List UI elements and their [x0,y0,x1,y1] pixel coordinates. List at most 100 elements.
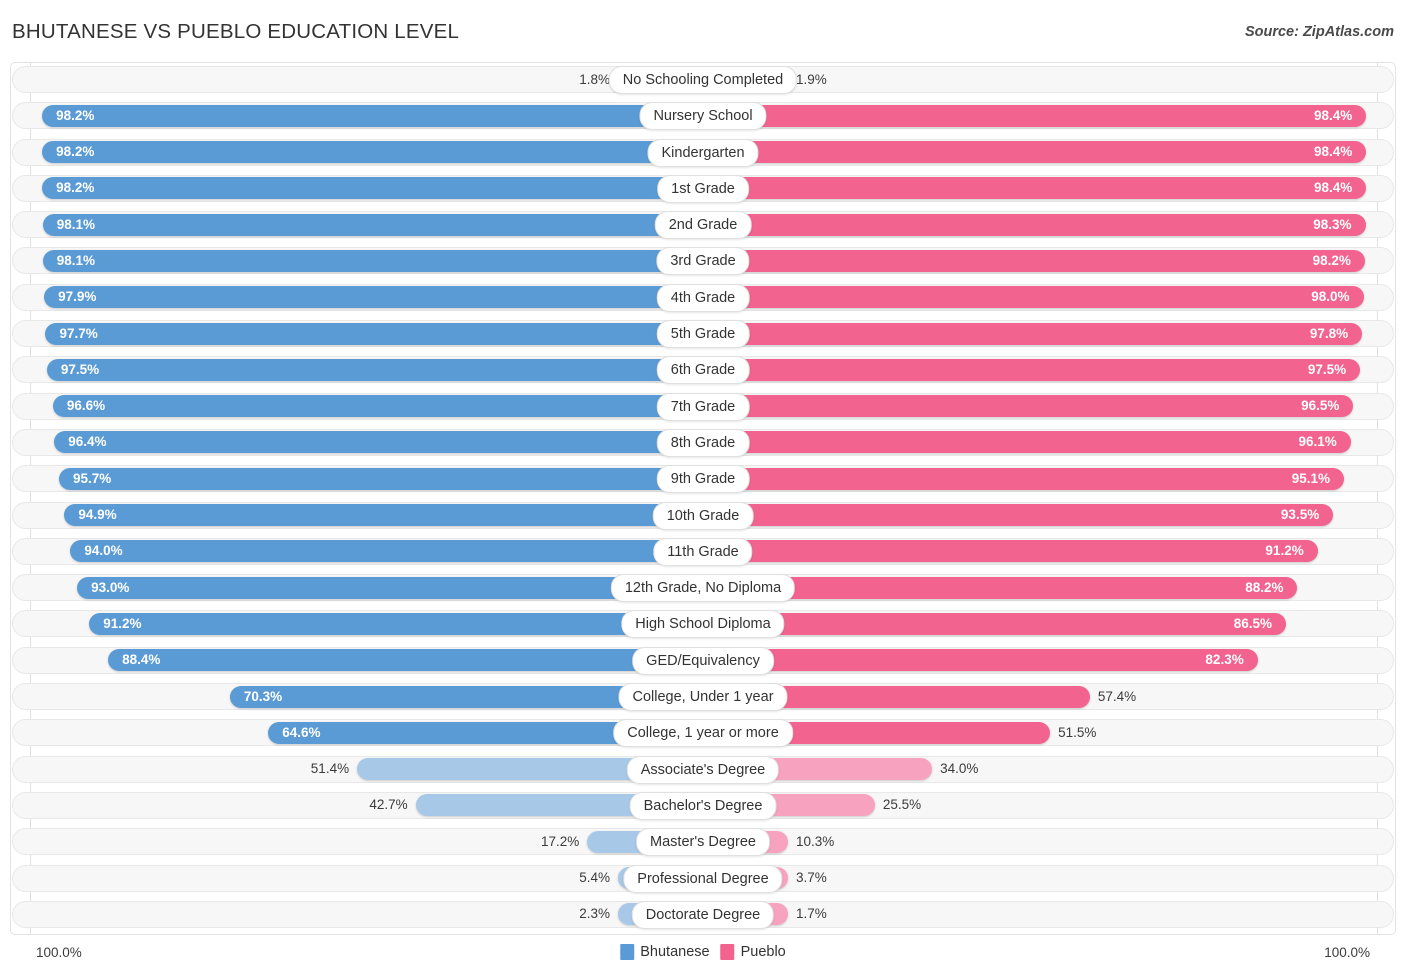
value-label-pueblo: 25.5% [882,797,922,813]
value-label-pueblo: 98.4% [1313,180,1353,196]
bar-bhutanese [54,431,703,454]
bar-bhutanese [89,612,703,635]
category-label: Nursery School [639,102,767,131]
category-label: 9th Grade [656,465,750,494]
bar-bhutanese [77,576,703,599]
value-label-bhutanese: 94.0% [84,543,123,559]
value-label-bhutanese: 95.7% [72,470,112,486]
chart-legend: Bhutanese Pueblo [620,944,786,960]
category-label: Doctorate Degree [631,900,775,929]
page-header: BHUTANESE VS PUEBLO EDUCATION LEVEL Sour… [0,0,1406,58]
value-label-bhutanese: 5.4% [579,870,610,886]
value-label-bhutanese: 98.2% [56,144,95,160]
category-label: 5th Grade [656,320,750,349]
chart-row: 2.3% 1.7% Doctorate Degree [0,897,1406,933]
category-label: 1st Grade [657,174,749,203]
value-label-pueblo: 97.5% [1307,361,1347,377]
legend-label: Bhutanese [640,944,710,960]
bar-bhutanese [108,649,703,672]
value-label-bhutanese: 1.8% [579,71,610,87]
category-label: 11th Grade [653,537,753,566]
bar-bhutanese [70,540,703,563]
value-label-bhutanese: 98.2% [56,180,95,196]
value-label-bhutanese: 51.4% [310,761,350,777]
value-label-pueblo: 93.5% [1280,507,1320,523]
page-title: BHUTANESE VS PUEBLO EDUCATION LEVEL [12,20,460,43]
category-label: 6th Grade [656,356,750,385]
bar-pueblo [703,649,1258,672]
chart-row: 97.9% 98.0% 4th Grade [0,280,1406,316]
chart-footer: 100.0% 100.0% Bhutanese Pueblo [0,936,1406,975]
bar-pueblo [703,322,1363,345]
value-label-pueblo: 3.7% [796,870,827,886]
category-label: 2nd Grade [654,211,752,240]
bar-bhutanese [42,177,703,200]
chart-row: 96.4% 96.1% 8th Grade [0,425,1406,461]
legend-item[interactable]: Pueblo [720,944,786,960]
value-label-pueblo: 1.7% [796,906,827,922]
chart-row: 98.1% 98.3% 2nd Grade [0,207,1406,243]
category-label: College, 1 year or more [613,719,793,748]
value-label-bhutanese: 96.4% [68,434,107,450]
legend-swatch-icon [620,944,635,960]
chart-page: BHUTANESE VS PUEBLO EDUCATION LEVEL Sour… [0,0,1406,975]
category-label: 8th Grade [656,428,750,457]
category-label: Bachelor's Degree [629,791,777,820]
category-label: 10th Grade [652,501,754,530]
value-label-pueblo: 10.3% [796,833,835,849]
value-label-bhutanese: 97.5% [60,361,100,377]
chart-row: 98.2% 98.4% 1st Grade [0,171,1406,207]
value-label-pueblo: 1.9% [796,71,827,87]
value-label-bhutanese: 17.2% [540,833,580,849]
bar-pueblo [703,177,1367,200]
legend-swatch-icon [720,944,735,960]
chart-row: 5.4% 3.7% Professional Degree [0,861,1406,897]
bar-pueblo [703,467,1344,490]
category-label: 4th Grade [656,283,750,312]
bar-pueblo [703,213,1366,236]
value-label-pueblo: 95.1% [1291,470,1330,486]
bar-bhutanese [46,358,703,381]
chart-row: 94.9% 93.5% 10th Grade [0,498,1406,534]
bar-pueblo [703,612,1286,635]
axis-left-max: 100.0% [36,945,82,960]
category-label: 12th Grade, No Diploma [610,574,796,603]
value-label-bhutanese: 98.1% [56,252,96,268]
bar-bhutanese [42,213,703,236]
value-label-pueblo: 96.1% [1298,434,1337,450]
chart-row: 94.0% 91.2% 11th Grade [0,534,1406,570]
legend-label: Pueblo [740,944,786,960]
chart-row: 42.7% 25.5% Bachelor's Degree [0,788,1406,824]
value-label-pueblo: 88.2% [1245,579,1284,595]
bar-pueblo [703,540,1318,563]
value-label-pueblo: 98.2% [1312,252,1351,268]
value-label-bhutanese: 98.2% [56,107,95,123]
bar-pueblo [703,104,1367,127]
value-label-pueblo: 96.5% [1301,398,1340,414]
legend-item[interactable]: Bhutanese [620,944,710,960]
value-label-bhutanese: 88.4% [122,652,161,668]
chart-row: 93.0% 88.2% 12th Grade, No Diploma [0,570,1406,606]
bar-bhutanese [64,504,703,527]
category-label: 3rd Grade [656,247,750,276]
value-label-bhutanese: 70.3% [243,688,283,704]
chart-row: 97.5% 97.5% 6th Grade [0,352,1406,388]
value-label-pueblo: 34.0% [940,761,979,777]
value-label-pueblo: 98.4% [1313,107,1353,123]
bar-bhutanese [44,286,703,309]
chart-row: 17.2% 10.3% Master's Degree [0,824,1406,860]
category-label: Kindergarten [647,138,759,167]
category-label: 7th Grade [656,392,750,421]
value-label-pueblo: 97.8% [1309,325,1349,341]
category-label: High School Diploma [621,610,785,639]
chart-rows: 1.8% 1.9% No Schooling Completed 98.2% 98.4%… [0,62,1406,933]
bar-bhutanese [42,249,703,272]
value-label-pueblo: 98.3% [1313,216,1352,232]
chart-row: 64.6% 51.5% College, 1 year or more [0,715,1406,751]
bar-pueblo [703,358,1361,381]
bar-bhutanese [58,467,703,490]
value-label-pueblo: 51.5% [1058,724,1097,740]
value-label-pueblo: 98.4% [1313,144,1353,160]
chart-row: 51.4% 34.0% Associate's Degree [0,752,1406,788]
value-label-bhutanese: 96.6% [66,398,106,414]
